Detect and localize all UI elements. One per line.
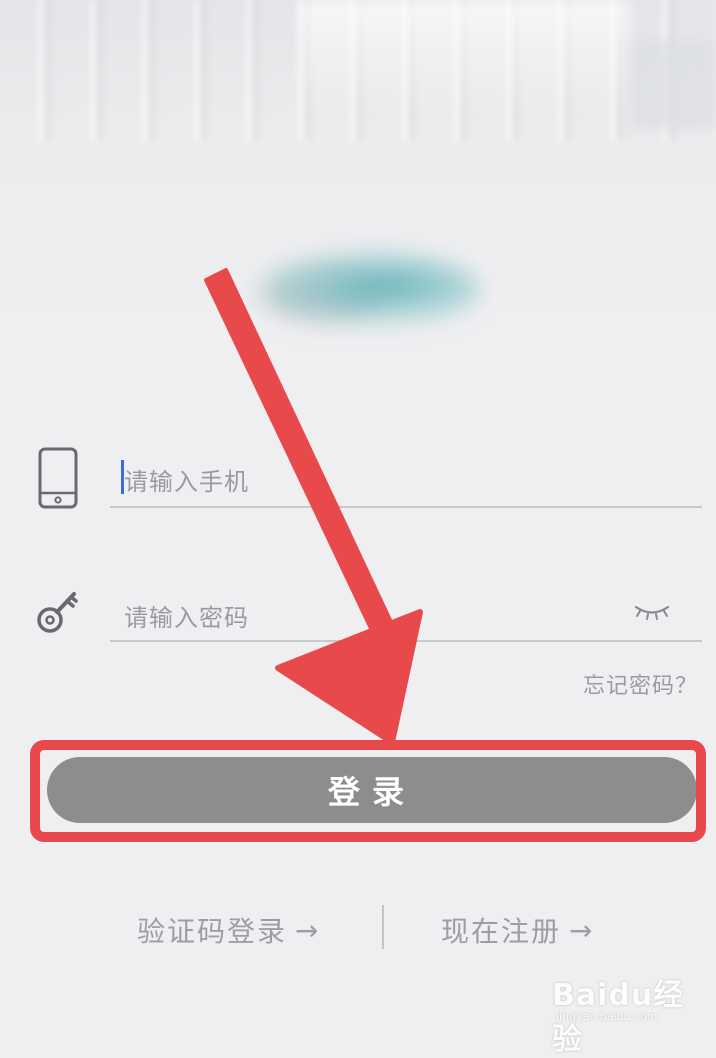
divider [382,905,384,949]
phone-field[interactable]: 请输入手机 [0,440,716,530]
arrow-right-icon: → [295,913,321,947]
sms-login-link[interactable]: 验证码登录 → [137,910,320,950]
register-now-label: 现在注册 [441,915,562,948]
key-icon [37,592,78,633]
login-button[interactable]: 登录 [47,757,697,823]
app-logo [250,250,480,330]
phone-input[interactable]: 请输入手机 [124,462,249,497]
watermark-url: jingyan.baidu.com [556,1010,658,1023]
background-glare [300,0,630,120]
arrow-right-icon: → [569,913,595,947]
forgot-password-link[interactable]: 忘记密码？ [583,668,698,700]
phone-underline [110,506,702,508]
watermark: Baidu经验 jingyan.baidu.com [548,960,698,1057]
password-input[interactable]: 请输入密码 [124,598,249,633]
eye-closed-icon[interactable] [632,600,672,622]
register-now-link[interactable]: 现在注册 → [441,910,594,950]
password-field[interactable]: 请输入密码 [0,578,716,668]
background-block [630,40,716,130]
password-underline [110,640,702,642]
phone-icon [38,447,78,509]
sms-login-label: 验证码登录 [137,915,288,948]
